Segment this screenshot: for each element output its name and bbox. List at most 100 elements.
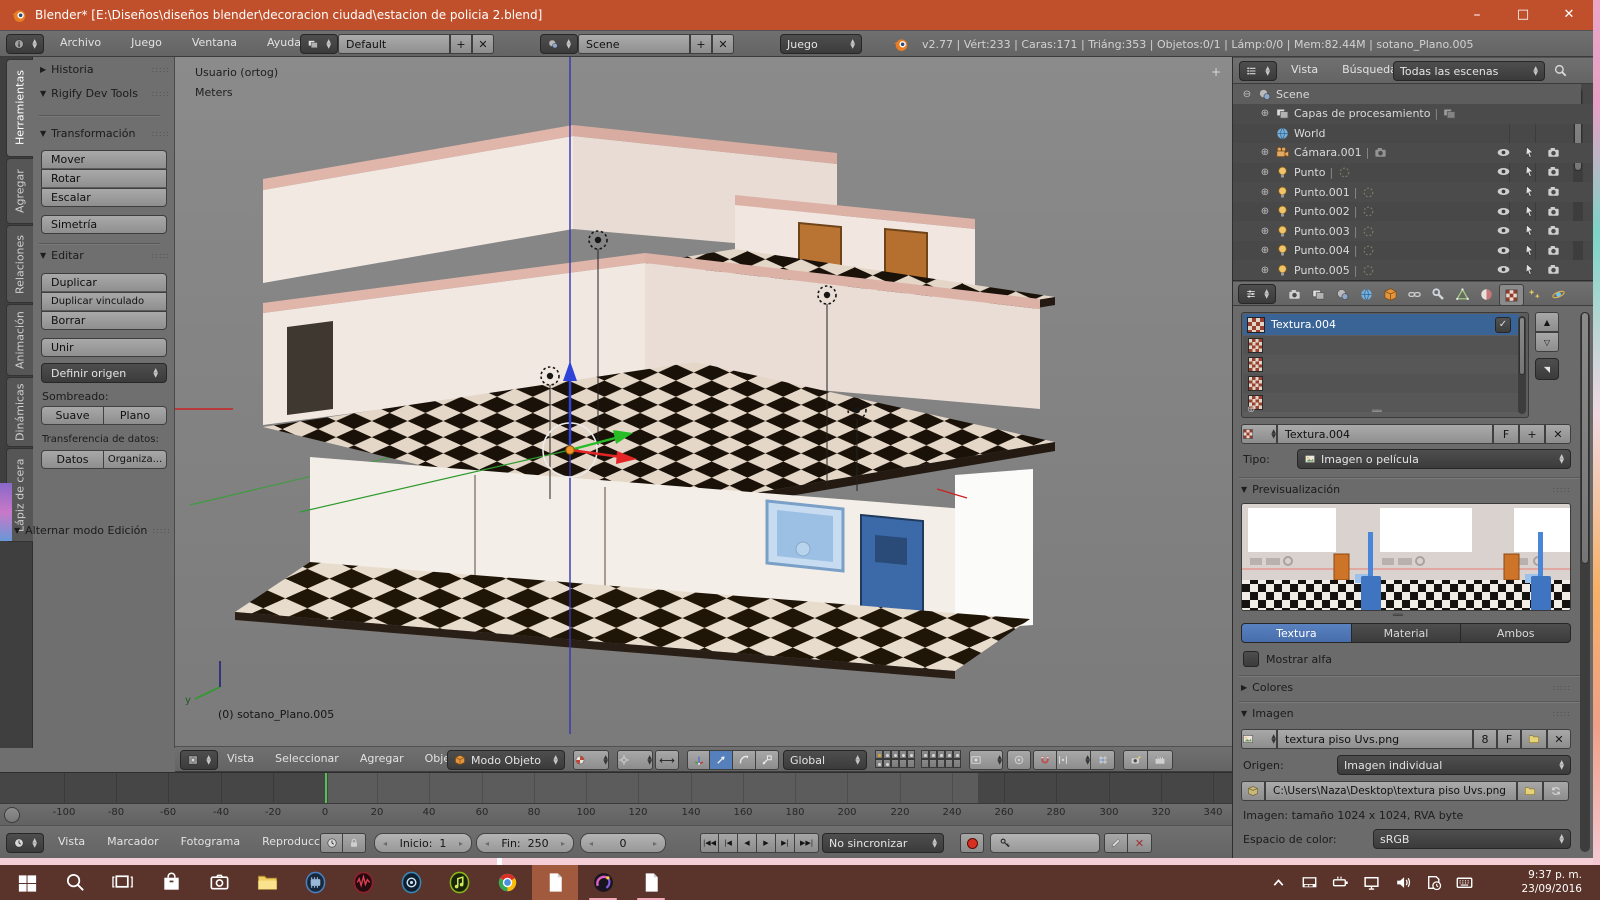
- organiza-button[interactable]: Organiza...: [104, 450, 167, 469]
- outliner-menu-vista[interactable]: Vista: [1289, 63, 1320, 76]
- definir-origen-dropdown[interactable]: Definir origen▲▼: [41, 363, 167, 383]
- snap-toggle-button[interactable]: [1033, 750, 1057, 770]
- maximize-button[interactable]: □: [1508, 2, 1538, 28]
- texture-slot-menu-button[interactable]: ◥: [1535, 358, 1559, 380]
- outliner-item-capas-de-procesamiento[interactable]: ⊕Capas de procesamiento|: [1233, 104, 1594, 124]
- path-browse-button[interactable]: [1517, 781, 1543, 801]
- screen-layout-delete-button[interactable]: ✕: [472, 34, 494, 54]
- current-frame-line[interactable]: [325, 773, 327, 803]
- visibility-toggle[interactable]: [1496, 145, 1511, 160]
- texture-slot-empty[interactable]: [1243, 393, 1519, 412]
- layer-cell[interactable]: [929, 750, 937, 759]
- renderability-toggle[interactable]: [1546, 164, 1561, 179]
- network-tray-icon[interactable]: [1363, 874, 1380, 891]
- toolshelf-tab-herramientas[interactable]: Herramientas: [6, 59, 34, 157]
- expand-expand-icon[interactable]: ⊕: [1259, 206, 1271, 217]
- image-browse-button[interactable]: ▲▼: [1241, 729, 1277, 749]
- outliner-search-icon[interactable]: [1553, 63, 1568, 78]
- panel-editar[interactable]: ▼Editar:::::: [40, 249, 170, 262]
- outliner-item-world[interactable]: World: [1233, 123, 1594, 143]
- outliner-item-scene[interactable]: ⊖Scene: [1233, 84, 1581, 104]
- store-taskbar-button[interactable]: [148, 865, 194, 900]
- renderability-toggle[interactable]: [1546, 223, 1561, 238]
- translate-manipulator-button[interactable]: [710, 750, 733, 770]
- borrar-button[interactable]: Borrar: [41, 311, 167, 330]
- layer-cell[interactable]: [907, 750, 915, 759]
- unlink-texture-button[interactable]: ✕: [1545, 424, 1571, 444]
- path-reload-button[interactable]: [1543, 781, 1569, 801]
- menu-archivo[interactable]: Archivo: [58, 36, 103, 49]
- simetria-button[interactable]: Simetría: [41, 215, 167, 234]
- properties-tab-scene[interactable]: [1331, 284, 1354, 304]
- timeline-menu-fotograma[interactable]: Fotograma: [179, 835, 242, 848]
- keyboard-tray-icon[interactable]: [1456, 874, 1473, 891]
- viewport-3d[interactable]: Usuario (ortog) Meters (0) sotano_Plano.…: [175, 57, 1232, 772]
- previous-keyframe-button[interactable]: |◀: [719, 833, 738, 853]
- layer-cell[interactable]: [937, 750, 945, 759]
- texture-slot-down-button[interactable]: ▽: [1535, 332, 1559, 352]
- layer-cell[interactable]: [921, 750, 929, 759]
- manipulator-toggle-button[interactable]: [687, 750, 710, 770]
- tipo-dropdown[interactable]: Imagen o película▲▼: [1297, 449, 1571, 469]
- layer-cell[interactable]: [875, 759, 883, 768]
- layer-cell[interactable]: [891, 759, 899, 768]
- notes-app-taskbar-button[interactable]: [628, 865, 674, 900]
- rotate-manipulator-button[interactable]: [733, 750, 756, 770]
- panel-alternar-modo-edicion[interactable]: ▼Alternar modo Edición:::::: [14, 524, 172, 537]
- selectability-toggle[interactable]: [1522, 204, 1537, 219]
- layer-cell[interactable]: [929, 759, 937, 768]
- list-resize-grip[interactable]: ══: [1372, 407, 1381, 417]
- expand-expand-icon[interactable]: ⊕: [1259, 265, 1271, 276]
- chrome-taskbar-button[interactable]: [484, 865, 530, 900]
- path-icon-button[interactable]: [1241, 781, 1265, 801]
- outliner-item-camara-001[interactable]: ⊕Cámara.001|: [1233, 143, 1594, 163]
- lock-camera-button[interactable]: ▲▼: [969, 750, 1003, 770]
- renderability-toggle[interactable]: [1546, 243, 1561, 258]
- layer-cell[interactable]: [937, 759, 945, 768]
- viewport-editor-type-button[interactable]: ▲▼: [180, 750, 218, 770]
- renderability-toggle[interactable]: [1546, 145, 1561, 160]
- snap-element-button[interactable]: ▲▼: [1057, 750, 1091, 770]
- visibility-toggle[interactable]: [1496, 164, 1511, 179]
- texture-slot-up-button[interactable]: ▲: [1535, 312, 1559, 332]
- viewport-menu-seleccionar[interactable]: Seleccionar: [273, 752, 341, 765]
- opengl-render-button[interactable]: [1123, 750, 1148, 770]
- suave-button[interactable]: Suave: [41, 406, 104, 425]
- imagen-panel-header[interactable]: ▼Imagen:::::: [1241, 707, 1571, 720]
- properties-tab-particles[interactable]: [1523, 284, 1546, 304]
- plano-button[interactable]: Plano: [104, 406, 167, 425]
- video-app-taskbar-button[interactable]: [292, 865, 338, 900]
- texture-slot-empty[interactable]: [1243, 374, 1519, 393]
- preview-resize-grip[interactable]: ══: [1393, 611, 1402, 621]
- texture-slot-empty[interactable]: [1243, 336, 1519, 355]
- viewport-shading-button[interactable]: ▲▼: [573, 750, 609, 770]
- preview-mode-textura[interactable]: Textura: [1241, 623, 1352, 643]
- properties-tab-material[interactable]: [1475, 284, 1498, 304]
- unir-button[interactable]: Unir: [41, 338, 167, 357]
- outliner-item-punto-005[interactable]: ⊕Punto.005|: [1233, 260, 1594, 280]
- renderability-toggle[interactable]: [1546, 184, 1561, 199]
- frame-end-field[interactable]: ◂ Fin: 250 ▸: [476, 833, 574, 853]
- visibility-toggle[interactable]: [1496, 243, 1511, 258]
- outliner-item-punto[interactable]: ⊕Punto|: [1233, 162, 1594, 182]
- frame-start-field[interactable]: ◂ Inicio: 1 ▸: [374, 833, 472, 853]
- properties-tab-object[interactable]: [1379, 284, 1402, 304]
- expand-expand-icon[interactable]: ⊕: [1259, 108, 1271, 119]
- play-button[interactable]: ▶: [757, 833, 776, 853]
- expand-expand-icon[interactable]: ⊕: [1259, 187, 1271, 198]
- scene-selector-field[interactable]: Scene: [578, 34, 690, 54]
- engine-selector[interactable]: Juego▲▼: [780, 34, 862, 54]
- visibility-toggle[interactable]: [1496, 184, 1511, 199]
- scene-selector-icon-button[interactable]: ▲▼: [540, 34, 578, 54]
- selectability-toggle[interactable]: [1522, 164, 1537, 179]
- texture-name-field[interactable]: Textura.004: [1277, 424, 1493, 444]
- media-app-taskbar-button[interactable]: [388, 865, 434, 900]
- screen-layout-add-button[interactable]: +: [450, 34, 472, 54]
- panel-rigify-dev-tools[interactable]: ▼Rigify Dev Tools:::::: [40, 87, 170, 100]
- toolshelf-tab-agregar[interactable]: Agregar: [6, 158, 34, 224]
- previsualizacion-panel-header[interactable]: ▼Previsualización:::::: [1241, 483, 1571, 496]
- viewport-menu-agregar[interactable]: Agregar: [358, 752, 406, 765]
- keying-set-field[interactable]: [990, 833, 1100, 853]
- pivot-align-button[interactable]: ⟷: [655, 750, 679, 770]
- timeline-editor-type-button[interactable]: ▲▼: [6, 833, 44, 853]
